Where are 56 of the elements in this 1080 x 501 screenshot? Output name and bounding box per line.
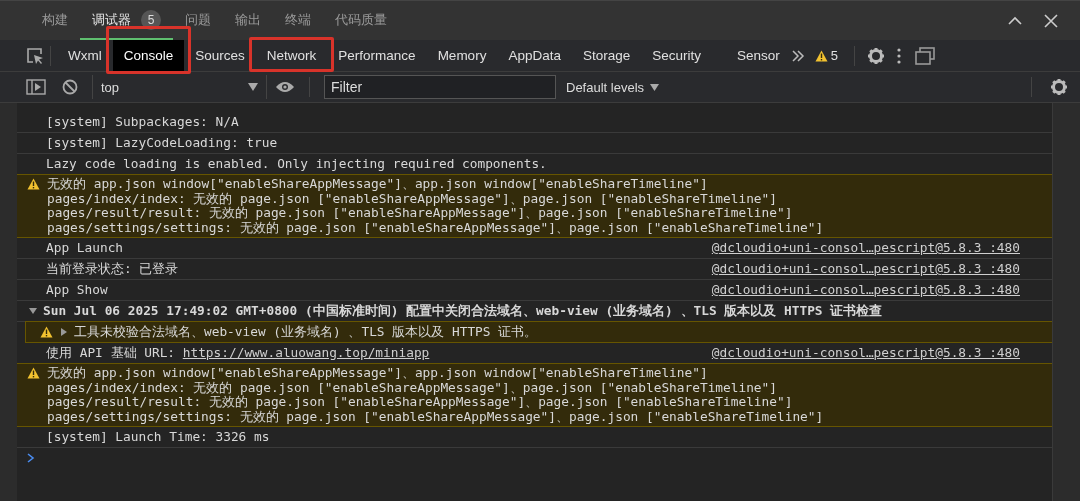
panel-tab[interactable]: 构建 (30, 1, 80, 40)
warning-icon (40, 326, 53, 339)
levels-dropdown[interactable]: Default levels (566, 79, 660, 95)
url-link[interactable]: https://www.aluowang.top/miniapp (182, 344, 430, 360)
devtools-tab[interactable]: Storage (571, 40, 642, 71)
warning-text: 工具未校验合法域名、web-view (业务域名) 、TLS 版本以及 HTTPS 证书。 (74, 325, 539, 340)
group-title: Sun Jul 06 2025 17:49:02 GMT+0800 (中国标准时间) 配置中关闭合法域名、web-view (业务域名) 、TLS 版本以及 HTTPS 证书检查 (43, 304, 884, 319)
caret-down-icon (650, 83, 660, 91)
prompt-chevron-icon[interactable] (27, 453, 35, 464)
source-link[interactable]: @dcloudio+uni-consol…pescript@5.8.3 :480 (711, 262, 1020, 277)
panel-tab[interactable]: 代码质量 (323, 1, 399, 40)
caret-down-icon (248, 83, 258, 91)
devtools-tab[interactable]: Wxml (57, 40, 113, 71)
log-message: 当前登录状态: 已登录 (46, 262, 180, 277)
devtools-tab[interactable]: Performance (327, 40, 427, 71)
devtools-tab[interactable]: AppData (497, 40, 572, 71)
devtools-tab[interactable]: Memory (426, 40, 498, 71)
devtools-tab[interactable]: Security (641, 40, 712, 71)
warning-count[interactable]: 5 (814, 48, 839, 63)
panel-tab[interactable]: 问题 (173, 1, 223, 40)
settings-icon[interactable] (867, 46, 886, 65)
log-message: App Show (46, 283, 109, 298)
source-link[interactable]: @dcloudio+uni-consol…pescript@5.8.3 :480 (711, 241, 1020, 256)
log-message: Lazy code loading is enabled. Only injecting required components. (46, 157, 548, 172)
dock-icon[interactable] (915, 46, 936, 65)
log-message: [system] LazyCodeLoading: true (46, 136, 279, 151)
warning-text: 无效的 app.json window["enableShareAppMessage"]、app.json window["enableShareTimeline"] pages/index/index: 无效的 page.json ["enableShareAppMessage"]、page.json ["enableShareTimeline"] pages/result/result: 无效的 page.json ["enableShareAppMessage"]、page.json ["enableShareTimeline"] pages/settings/settings: 无效的 page.json ["enableShareAppMessage"]、page.json ["enableShareTimeline"] (47, 177, 825, 236)
expand-triangle-icon[interactable] (29, 307, 37, 316)
inspect-icon[interactable] (26, 46, 44, 65)
log-message: [system] Subpackages: N/A (46, 115, 240, 130)
log-message: 使用 API 基础 URL: https://www.aluowang.top/miniapp (46, 345, 431, 361)
sidebar-toggle-icon[interactable] (26, 79, 46, 95)
source-link[interactable]: @dcloudio+uni-consol…pescript@5.8.3 :480 (711, 345, 1020, 361)
devtools-tab[interactable]: Console (112, 40, 185, 71)
panel-tab[interactable]: 终端 (273, 1, 323, 40)
collapse-triangle-icon[interactable] (60, 328, 68, 337)
settings-icon[interactable] (1050, 78, 1068, 96)
context-select[interactable]: top (92, 75, 267, 99)
close-icon[interactable] (1044, 13, 1058, 28)
panel-tab[interactable]: 输出 (223, 1, 273, 40)
filter-field[interactable]: Filter (324, 75, 556, 99)
more-icon[interactable] (897, 47, 902, 64)
warning-icon (27, 366, 40, 379)
warning-icon (814, 49, 828, 62)
source-link[interactable]: @dcloudio+uni-consol…pescript@5.8.3 :480 (711, 283, 1020, 298)
devtools-tab[interactable]: Sensor (726, 40, 791, 71)
scrollbar[interactable] (1052, 103, 1080, 501)
eye-icon[interactable] (275, 80, 295, 94)
log-message: [system] Launch Time: 3326 ms (46, 430, 271, 445)
warning-icon (27, 178, 40, 190)
double-chevron-icon[interactable] (790, 49, 805, 62)
devtools-tab[interactable]: Network (255, 40, 328, 71)
clear-icon[interactable] (62, 79, 78, 95)
devtools-tab[interactable]: Sources (184, 40, 256, 71)
log-message: App Launch (46, 241, 125, 256)
warning-text: 无效的 app.json window["enableShareAppMessage"]、app.json window["enableShareTimeline"] pages/index/index: 无效的 page.json ["enableShareAppMessage"]、page.json ["enableShareTimeline"] pages/result/result: 无效的 page.json ["enableShareAppMessage"]、page.json ["enableShareTimeline"] pages/settings/settings: 无效的 page.json ["enableShareAppMessage"]、page.json ["enableShareTimeline"] (47, 365, 825, 425)
